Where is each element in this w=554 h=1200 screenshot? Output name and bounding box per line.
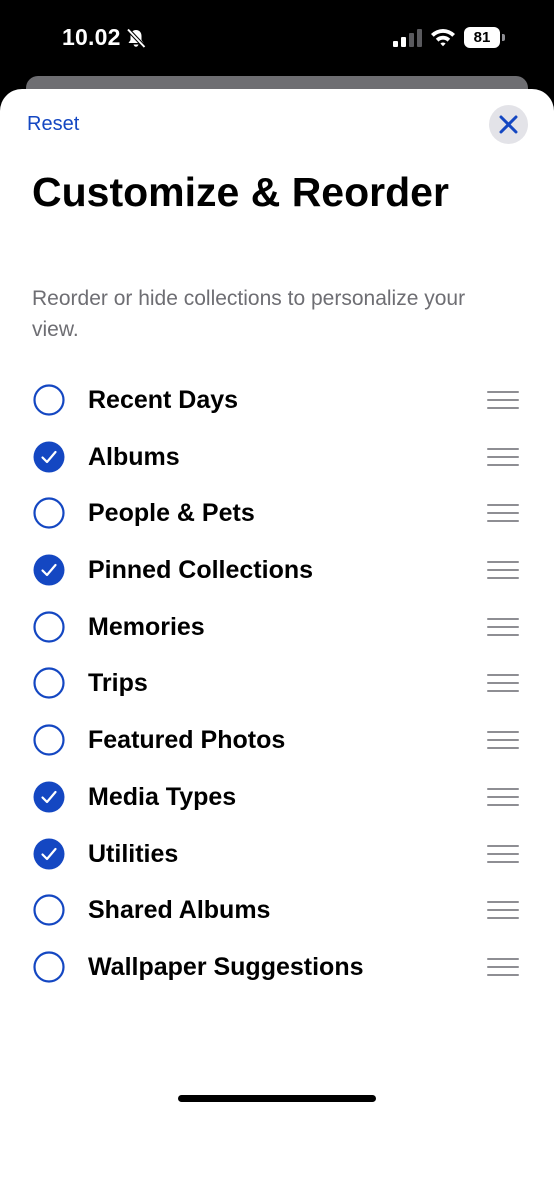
page-subtitle: Reorder or hide collections to personali… [32,287,466,341]
empty-circle-icon[interactable] [33,497,65,529]
status-time: 10.02 [62,24,121,50]
collection-row[interactable]: Recent Days [0,372,554,429]
cellular-signal-icon [393,29,422,47]
collection-row[interactable]: Utilities [0,826,554,883]
collection-label: Recent Days [88,386,239,414]
collection-label: Media Types [88,782,237,811]
collection-label: People & Pets [88,499,255,528]
empty-circle-icon[interactable] [33,951,65,983]
collection-label: Wallpaper Suggestions [88,952,364,981]
empty-circle-icon[interactable] [33,724,65,756]
drag-handle-icon[interactable] [486,785,520,809]
collection-label: Utilities [88,839,179,868]
collection-row[interactable]: Trips [0,655,554,712]
bell-slash-icon [126,28,146,49]
checkmark-circle-filled-icon[interactable] [33,781,65,813]
drag-handle-icon[interactable] [486,842,520,866]
battery-level: 81 [464,27,500,48]
collection-row[interactable]: People & Pets [0,485,554,542]
drag-handle-icon[interactable] [486,501,520,525]
wifi-icon [431,29,455,47]
drag-handle-icon[interactable] [486,615,520,639]
empty-circle-icon[interactable] [33,667,65,700]
drag-handle-icon[interactable] [486,388,520,412]
collection-row[interactable]: Featured Photos [0,712,554,769]
checkmark-circle-filled-icon[interactable] [33,838,65,870]
empty-circle-icon[interactable] [33,611,65,643]
collection-row[interactable]: Memories [0,599,554,656]
collection-row[interactable]: Pinned Collections [0,542,554,599]
empty-circle-icon[interactable] [33,384,65,416]
drag-handle-icon[interactable] [486,955,520,979]
collection-label: Trips [88,669,148,698]
checkmark-circle-filled-icon[interactable] [33,441,65,473]
customize-sheet: Reset Customize & Reorder Reorder or hid… [0,89,554,1200]
collection-label: Memories [88,612,205,641]
close-icon [499,115,518,134]
reset-button[interactable]: Reset [27,113,79,136]
drag-handle-icon[interactable] [486,898,520,922]
collection-label: Pinned Collections [88,556,314,585]
empty-circle-icon[interactable] [33,894,65,926]
drag-handle-icon[interactable] [486,728,520,752]
collection-label: Albums [88,442,180,471]
collection-list: Recent Days Albums People & Pets Pinned Col… [0,372,554,996]
home-indicator[interactable] [178,1095,376,1102]
drag-handle-icon[interactable] [486,671,520,695]
collection-row[interactable]: Media Types [0,769,554,826]
battery-cap [502,34,505,41]
collection-label: Featured Photos [88,726,286,755]
collection-label: Shared Albums [88,896,271,925]
collection-row[interactable]: Albums [0,429,554,486]
page-title: Customize & Reorder [32,169,449,215]
collection-row[interactable]: Wallpaper Suggestions [0,939,554,996]
status-bar: 10.02 81 [0,0,554,80]
drag-handle-icon[interactable] [486,445,520,469]
collection-row[interactable]: Shared Albums [0,882,554,939]
close-button[interactable] [489,105,528,144]
drag-handle-icon[interactable] [486,558,520,582]
battery-indicator: 81 [464,27,506,48]
checkmark-circle-filled-icon[interactable] [33,554,65,586]
